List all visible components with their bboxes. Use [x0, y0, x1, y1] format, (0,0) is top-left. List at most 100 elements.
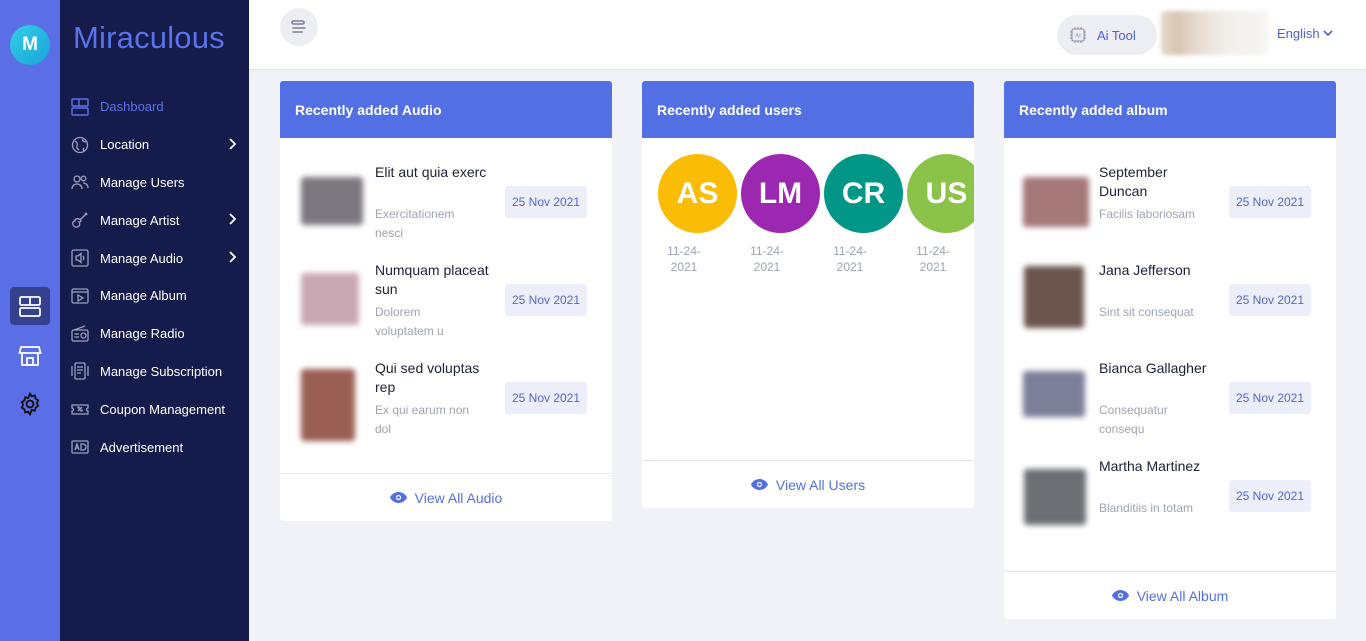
radio-icon — [70, 324, 90, 344]
sidebar-item-coupon-management[interactable]: Coupon Management — [60, 390, 249, 428]
view-all-users-link[interactable]: View All Users — [642, 460, 974, 508]
user-item[interactable]: AS 11-24-2021 — [658, 154, 737, 275]
audio-thumbnail — [301, 273, 359, 325]
user-initials-avatar: CR — [824, 154, 903, 233]
audio-thumbnail — [301, 177, 363, 225]
chevron-right-icon — [229, 213, 236, 226]
subscription-icon — [70, 361, 90, 381]
dashboard-icon — [19, 296, 41, 317]
user-initials-avatar: AS — [658, 154, 737, 233]
album-title: Jana Jefferson — [1099, 262, 1191, 278]
icon-rail: M — [0, 0, 60, 641]
audio-subtitle: Dolorem voluptatem u — [375, 305, 444, 338]
sidebar-item-manage-audio[interactable]: Manage Audio — [60, 239, 249, 277]
date-badge: 25 Nov 2021 — [505, 382, 587, 414]
chevron-down-icon — [1323, 30, 1333, 37]
date-badge: 25 Nov 2021 — [505, 186, 587, 218]
list-item[interactable]: September Duncan Facilis laboriosam 25 N… — [1004, 163, 1336, 261]
sidebar-item-label: Coupon Management — [100, 401, 226, 417]
sidebar-item-label: Manage Subscription — [100, 363, 223, 379]
card-title: Recently added album — [1004, 81, 1336, 138]
rail-store-button[interactable] — [10, 337, 50, 375]
date-badge: 25 Nov 2021 — [1229, 284, 1311, 316]
list-item[interactable]: Bianca Gallagher Consequatur consequ 25 … — [1004, 359, 1336, 457]
user-date: 11-24-2021 — [916, 244, 950, 274]
chevron-right-icon — [229, 251, 236, 263]
eye-icon — [1111, 590, 1129, 601]
user-item[interactable]: US 11-24-2021 — [907, 154, 974, 275]
sidebar-item-manage-artist[interactable]: Manage Artist — [60, 201, 249, 239]
recent-album-card: Recently added album September Duncan Fa… — [1004, 81, 1336, 619]
sidebar-item-manage-radio[interactable]: Manage Radio — [60, 315, 249, 353]
audio-title: Numquam placeat sun — [375, 262, 489, 297]
rail-settings-button[interactable] — [10, 385, 50, 423]
ai-chip-icon: AI — [1070, 27, 1086, 43]
audio-subtitle: Ex qui earum non dol — [375, 403, 470, 436]
card-title: Recently added users — [642, 81, 974, 138]
app-logo[interactable]: M — [10, 25, 50, 65]
chevron-right-icon — [229, 138, 236, 150]
date-badge: 25 Nov 2021 — [1229, 382, 1311, 414]
menu-toggle-button[interactable] — [280, 8, 318, 46]
album-subtitle: Facilis laboriosam — [1099, 207, 1196, 221]
menu-icon — [291, 20, 306, 33]
view-all-label: View All Users — [775, 476, 866, 493]
advertisement-icon — [70, 437, 90, 457]
user-initials-avatar: LM — [741, 154, 820, 233]
user-avatar[interactable] — [1161, 11, 1269, 55]
user-date: 11-24-2021 — [833, 244, 867, 274]
user-item[interactable]: LM 11-24-2021 — [741, 154, 820, 275]
album-title: Martha Martinez — [1099, 458, 1201, 474]
album-thumbnail — [1023, 177, 1089, 227]
sidebar-item-label: Manage Album — [100, 288, 187, 304]
user-item[interactable]: CR 11-24-2021 — [824, 154, 903, 275]
guitar-icon — [70, 210, 90, 230]
view-all-label: View All Album — [1136, 587, 1229, 604]
list-item[interactable]: Martha Martinez Blanditiis in totam 25 N… — [1004, 457, 1336, 555]
date-badge: 25 Nov 2021 — [505, 284, 587, 316]
card-title: Recently added Audio — [280, 81, 612, 138]
list-item[interactable]: Qui sed voluptas rep Ex qui earum non do… — [280, 359, 612, 457]
sidebar-item-manage-users[interactable]: Manage Users — [60, 164, 249, 202]
sidebar-item-label: Manage Artist — [100, 212, 180, 228]
view-all-audio-link[interactable]: View All Audio — [280, 473, 612, 521]
ai-tool-label: Ai Tool — [1097, 27, 1136, 43]
album-subtitle: Consequatur consequ — [1099, 403, 1168, 436]
view-all-album-link[interactable]: View All Album — [1004, 571, 1336, 619]
recent-users-card: Recently added users AS 11-24-2021 LM 11… — [642, 81, 974, 508]
user-date: 11-24-2021 — [750, 244, 784, 274]
album-subtitle: Blanditiis in totam — [1099, 501, 1194, 515]
eye-icon — [389, 492, 407, 503]
globe-icon — [70, 135, 90, 155]
rail-dashboard-button[interactable] — [10, 287, 50, 325]
sidebar-item-dashboard[interactable]: Dashboard — [60, 88, 249, 126]
list-item[interactable]: Jana Jefferson Sint sit consequat 25 Nov… — [1004, 261, 1336, 359]
sidebar-item-location[interactable]: Location — [60, 126, 249, 164]
user-initials-avatar: US — [907, 154, 974, 233]
audio-subtitle: Exercitationem nesci — [375, 207, 455, 240]
eye-icon — [750, 479, 768, 490]
play-icon — [70, 286, 90, 306]
sidebar-item-manage-album[interactable]: Manage Album — [60, 277, 249, 315]
list-item[interactable]: Numquam placeat sun Dolorem voluptatem u… — [280, 261, 612, 359]
audio-thumbnail — [301, 369, 355, 441]
sidebar-item-label: Location — [100, 137, 150, 153]
date-badge: 25 Nov 2021 — [1229, 186, 1311, 218]
store-icon — [18, 346, 42, 366]
ai-tool-button[interactable]: AI Ai Tool — [1057, 15, 1157, 55]
date-badge: 25 Nov 2021 — [1229, 480, 1311, 512]
sidebar-item-manage-subscription[interactable]: Manage Subscription — [60, 353, 249, 391]
list-item[interactable]: Elit aut quia exerc Exercitationem nesci… — [280, 163, 612, 261]
gear-icon — [20, 391, 40, 417]
audio-title: Elit aut quia exerc — [375, 164, 487, 180]
recent-audio-card: Recently added Audio Elit aut quia exerc… — [280, 81, 612, 521]
sidebar-item-label: Dashboard — [100, 99, 164, 115]
album-subtitle: Sint sit consequat — [1099, 305, 1194, 319]
users-carousel: AS 11-24-2021 LM 11-24-2021 CR 11-24-202… — [658, 154, 974, 354]
sidebar-item-advertisement[interactable]: Advertisement — [60, 428, 249, 466]
language-selector[interactable]: English — [1277, 26, 1333, 41]
coupon-icon — [70, 399, 90, 419]
sidebar-item-label: Advertisement — [100, 439, 184, 455]
sidebar-item-label: Manage Radio — [100, 326, 185, 342]
dashboard-icon — [70, 97, 90, 117]
